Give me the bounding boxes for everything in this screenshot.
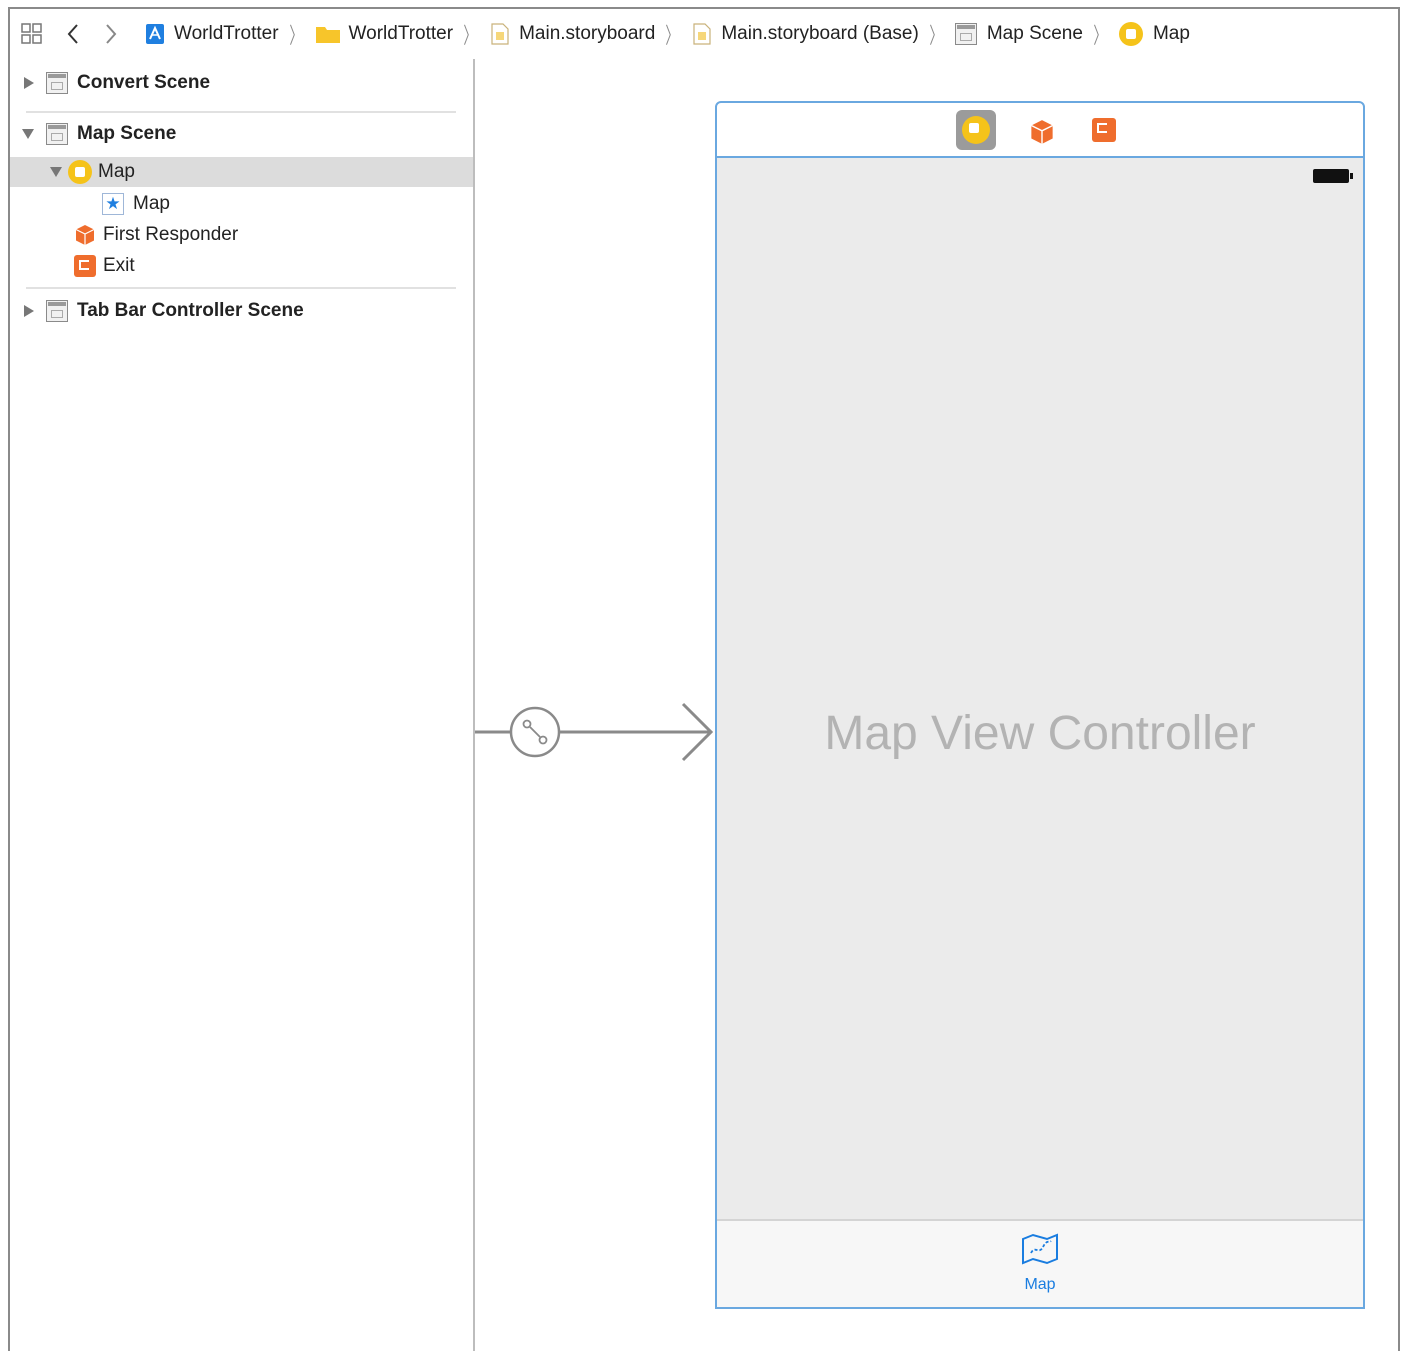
breadcrumb-label: WorldTrotter [174,23,279,44]
view-controller-icon [1118,22,1143,46]
disclosure-triangle-icon[interactable] [24,77,34,89]
scene-dock [717,103,1363,158]
tab-bar-item-star-icon: ★ [102,193,124,215]
dock-view-controller-button[interactable] [956,109,996,150]
outline-divider [26,111,456,113]
breadcrumb-storyboard[interactable]: Main.storyboard [489,23,655,45]
dock-first-responder-button[interactable] [1020,110,1060,150]
battery-icon [1313,169,1353,183]
outline-label: Map [133,193,170,214]
breadcrumb-map-scene[interactable]: Map Scene [954,23,1083,45]
outline-label: Map Scene [77,123,177,144]
outline-item-convert-scene[interactable]: Convert Scene [10,68,473,98]
breadcrumb-separator: 〉 [929,23,943,48]
back-chevron-icon[interactable] [54,23,92,45]
breadcrumb-folder[interactable]: WorldTrotter [315,23,454,45]
first-responder-cube-icon [74,224,96,246]
breadcrumb-label: Map [1152,23,1190,44]
outline-item-exit[interactable]: Exit [10,251,473,281]
breadcrumb-separator: 〉 [463,23,477,48]
forward-chevron-icon[interactable] [92,23,130,45]
storyboard-file-icon [691,23,713,45]
outline-label: First Responder [103,224,239,245]
outline-item-map-scene[interactable]: Map Scene [10,119,473,149]
breadcrumb-separator: 〉 [1093,23,1107,48]
outline-label: Tab Bar Controller Scene [77,300,304,321]
storyboard-canvas[interactable]: Map View Controller Map [475,59,1398,1351]
project-icon [144,23,166,45]
exit-icon [74,255,96,277]
breadcrumb-project[interactable]: WorldTrotter [144,23,279,45]
outline-divider [26,287,456,289]
view-controller-title: Map View Controller [824,707,1256,760]
breadcrumb-label: Main.storyboard [519,23,656,44]
map-view-controller-view[interactable]: Map View Controller [717,158,1363,1221]
breadcrumb-label: Map Scene [986,23,1083,44]
exit-icon [1092,117,1116,142]
outline-label: Exit [103,255,135,276]
view-controller-icon [962,115,990,144]
breadcrumb-separator: 〉 [288,23,303,48]
breadcrumb-separator: 〉 [665,23,679,48]
tab-bar-item-label: Map [1024,1276,1056,1293]
tab-bar-item-map[interactable]: Map [1021,1233,1059,1294]
outline-label: Map [98,161,135,182]
disclosure-triangle-icon[interactable] [24,305,34,317]
xcode-window: WorldTrotter 〉 WorldTrotter 〉 Main.story… [8,7,1400,1351]
relationship-segue-arrow[interactable] [475,59,725,1359]
outline-item-map-tab-bar-item[interactable]: ★ Map [10,189,473,219]
outline-label: Convert Scene [77,72,211,93]
map-icon [1021,1233,1059,1270]
jump-bar: WorldTrotter 〉 WorldTrotter 〉 Main.story… [10,9,1398,60]
breadcrumb-label: WorldTrotter [348,23,454,44]
map-scene-frame[interactable]: Map View Controller Map [715,101,1365,1309]
scene-icon [46,72,68,94]
tab-bar: Map [717,1219,1363,1307]
scene-icon [954,23,977,45]
breadcrumb-storyboard-base[interactable]: Main.storyboard (Base) [691,23,919,45]
scene-icon [46,300,68,322]
disclosure-triangle-icon[interactable] [50,167,62,177]
first-responder-cube-icon [1029,119,1053,144]
breadcrumb-map[interactable]: Map [1118,22,1190,46]
storyboard-file-icon [489,23,511,45]
outline-item-map-view-controller[interactable]: Map [10,157,473,187]
disclosure-triangle-icon[interactable] [22,129,34,139]
folder-icon [315,23,341,45]
breadcrumb-label: Main.storyboard (Base) [721,23,919,44]
document-outline: Convert Scene Map Scene Map ★ Map First … [10,59,475,1351]
view-controller-icon [68,160,92,184]
related-items-icon[interactable] [10,23,54,45]
dock-exit-button[interactable] [1084,110,1124,150]
scene-icon [46,123,68,145]
outline-item-first-responder[interactable]: First Responder [10,220,473,250]
outline-item-tab-bar-controller-scene[interactable]: Tab Bar Controller Scene [10,296,473,326]
